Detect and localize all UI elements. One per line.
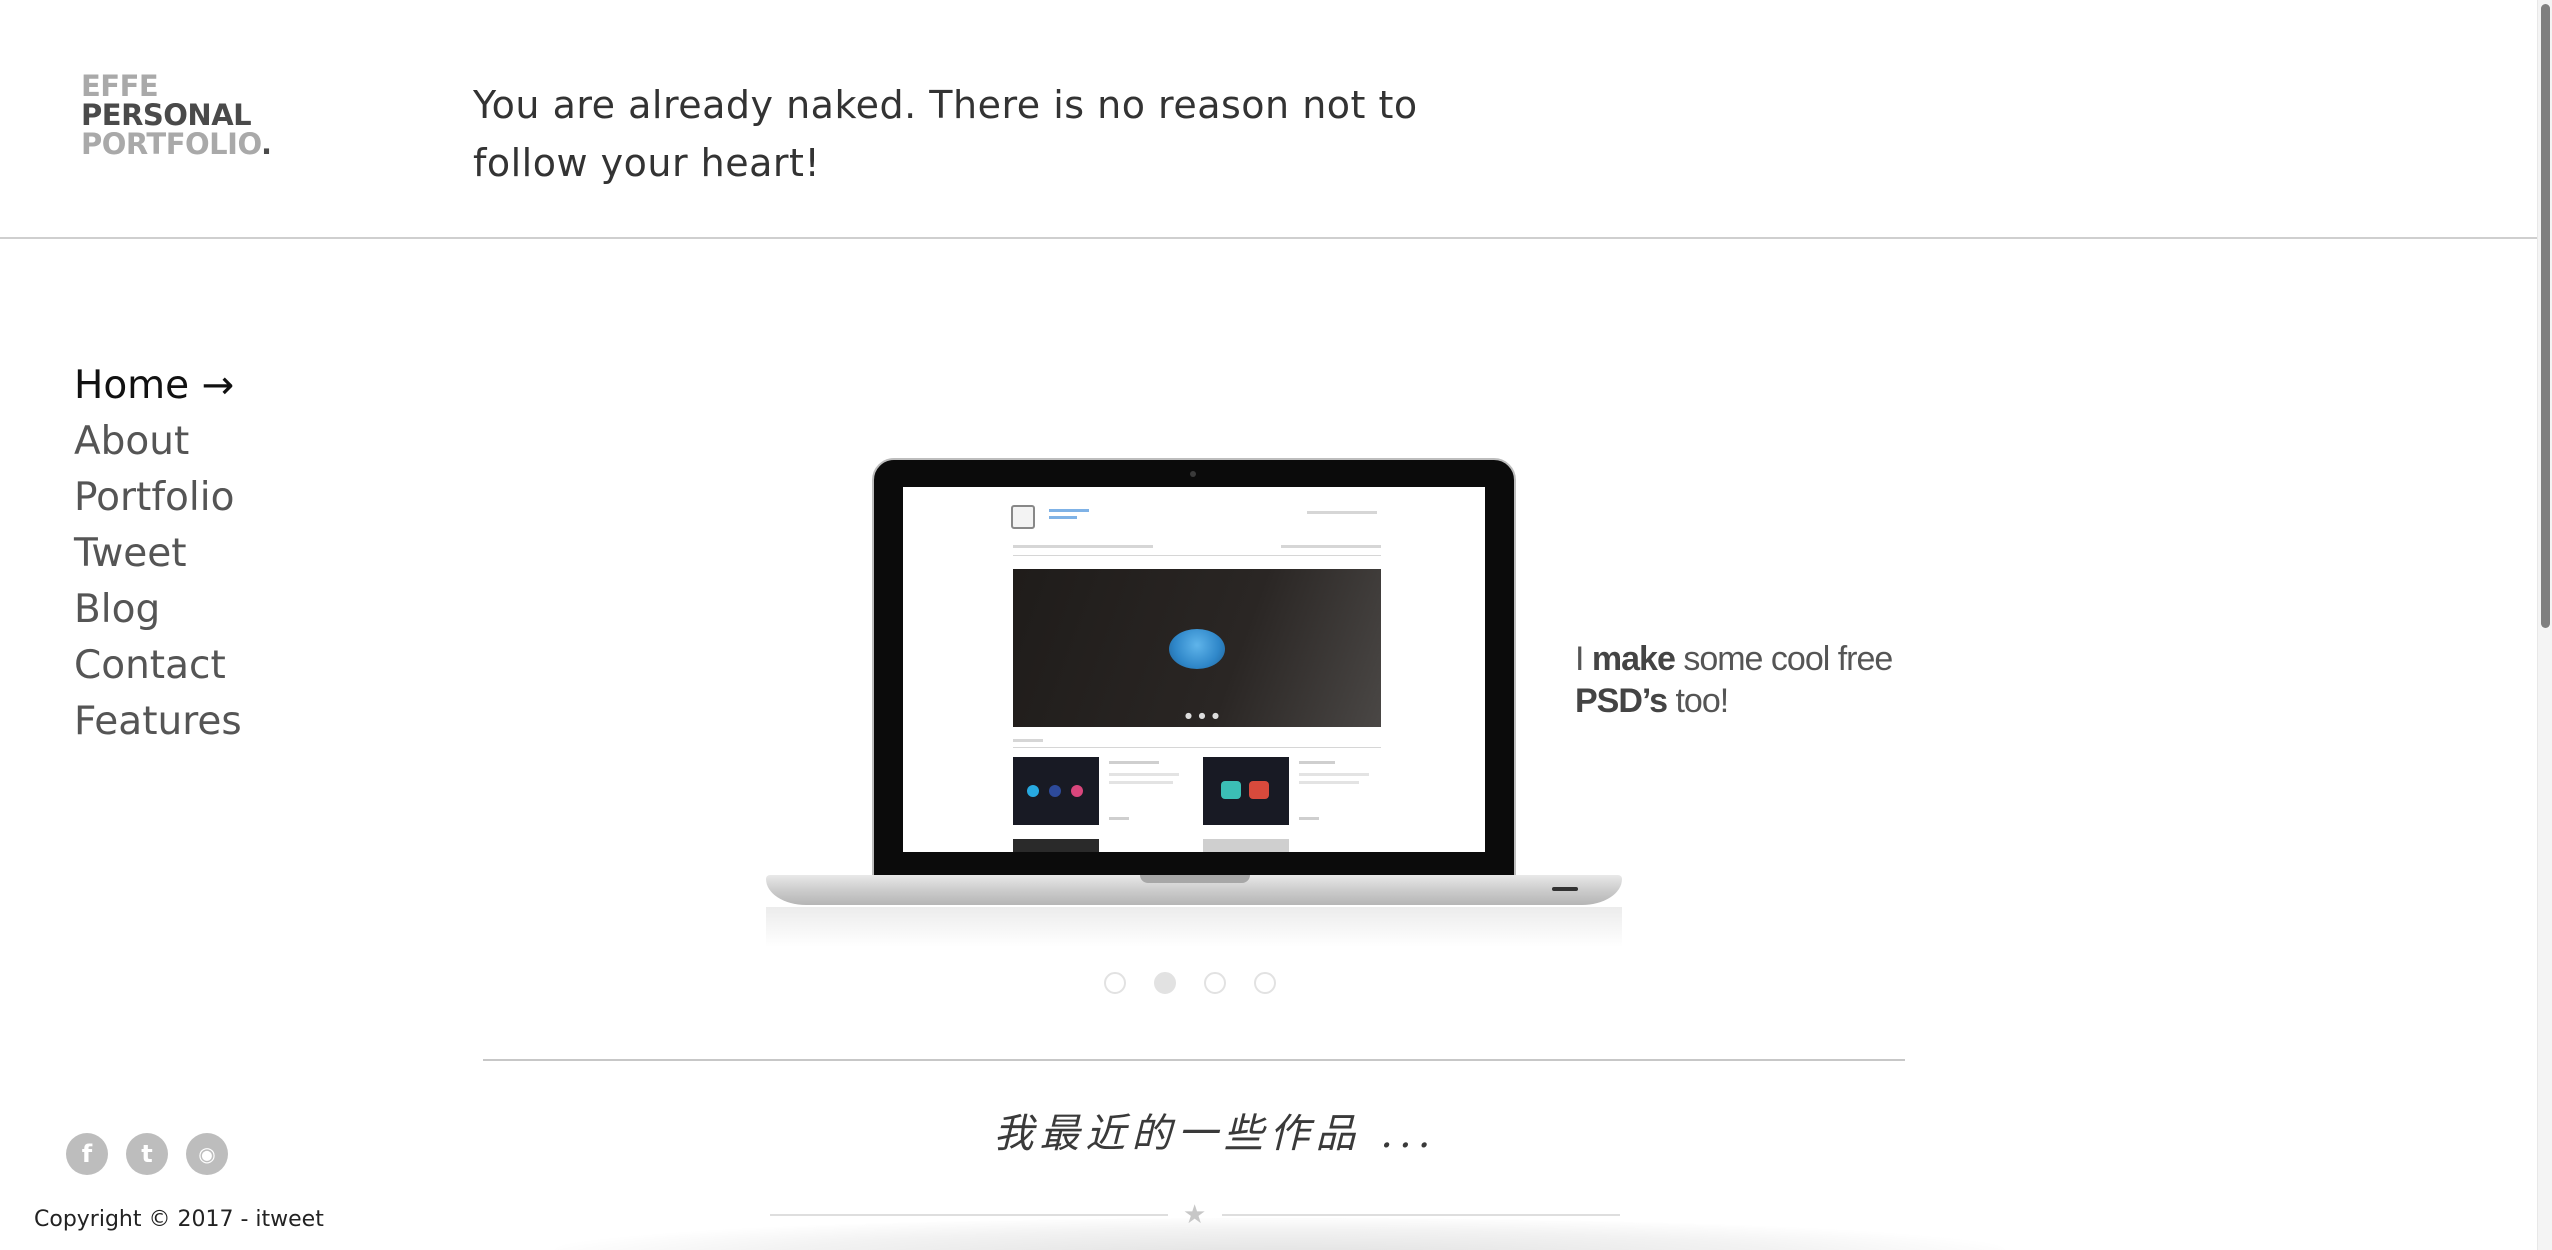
mockup-line: [1109, 781, 1173, 784]
featured-slider[interactable]: ● ● ● I make some cool free PSD’s too!: [760, 455, 1900, 955]
mockup-line: [1299, 761, 1335, 764]
mockup-thumb: [1203, 757, 1289, 825]
nav-item-tweet[interactable]: Tweet: [74, 526, 242, 582]
divider-line-right: [1222, 1214, 1620, 1216]
caption-bold: PSD’s: [1575, 682, 1668, 720]
nav-item-blog[interactable]: Blog: [74, 582, 242, 638]
mockup-thumb: [1013, 839, 1099, 852]
mockup-line: [1109, 817, 1129, 820]
laptop-illustration: ● ● ●: [872, 458, 1516, 878]
mockup-line: [1299, 817, 1319, 820]
header-divider: [0, 237, 2552, 239]
nav-item-home[interactable]: Home →: [74, 358, 242, 414]
caption-text: some cool free: [1674, 640, 1893, 678]
rss-icon[interactable]: ◉: [186, 1133, 228, 1175]
mockup-line: [1299, 773, 1369, 776]
laptop-camera: [1190, 471, 1196, 477]
slider-dot-3[interactable]: [1204, 972, 1226, 994]
laptop-base: [766, 875, 1622, 905]
mockup-thumb: [1013, 757, 1099, 825]
logo-line-effe: EFFE: [81, 69, 159, 103]
caption-text: too!: [1667, 682, 1729, 720]
copyright-text: Copyright © 2017 - itweet: [34, 1207, 324, 1232]
mockup-badge: [1249, 781, 1269, 799]
mockup-circle: [1027, 785, 1039, 797]
laptop-reflection: [766, 907, 1622, 947]
slider-dot-2[interactable]: [1154, 972, 1176, 994]
main-nav: Home → About Portfolio Tweet Blog Contac…: [74, 358, 242, 750]
mockup-badge-icon: [1169, 629, 1225, 669]
mockup-badge: [1221, 781, 1241, 799]
content-divider: [483, 1059, 1905, 1061]
slider-dot-4[interactable]: [1254, 972, 1276, 994]
mockup-logo-icon: [1011, 505, 1035, 529]
divider-line-left: [770, 1214, 1168, 1216]
logo-line-personal: PERSONAL: [81, 98, 252, 132]
nav-item-contact[interactable]: Contact: [74, 638, 242, 694]
laptop-screen-mockup: ● ● ●: [903, 487, 1485, 852]
mockup-line: [1281, 545, 1381, 548]
mockup-hero: ● ● ●: [1013, 569, 1381, 727]
nav-item-about[interactable]: About: [74, 414, 242, 470]
mockup-thumb: [1203, 839, 1289, 852]
mockup-line: [1049, 516, 1077, 519]
mockup-line: [1013, 739, 1043, 742]
star-icon: ★: [1183, 1200, 1207, 1230]
nav-item-portfolio[interactable]: Portfolio: [74, 470, 242, 526]
mockup-line: [1307, 511, 1377, 514]
site-logo[interactable]: EFFE PERSONAL PORTFOLIO.: [81, 72, 272, 159]
nav-item-features[interactable]: Features: [74, 694, 242, 750]
mockup-hero-dots: ● ● ●: [1185, 711, 1222, 720]
mockup-line: [1299, 781, 1359, 784]
caption-bold: make: [1591, 640, 1676, 678]
header-tagline: You are already naked. There is no reaso…: [473, 83, 1418, 185]
laptop-notch: [1140, 875, 1250, 883]
facebook-icon[interactable]: f: [66, 1133, 108, 1175]
slide-caption: I make some cool free PSD’s too!: [1575, 638, 1895, 722]
mockup-line: [1013, 545, 1153, 548]
star-divider: ★: [770, 1200, 1620, 1230]
caption-text: I: [1575, 640, 1592, 678]
page: EFFE PERSONAL PORTFOLIO. You are already…: [0, 0, 2552, 1250]
mockup-circle: [1049, 785, 1061, 797]
mockup-line: [1109, 761, 1159, 764]
twitter-icon[interactable]: t: [126, 1133, 168, 1175]
slider-dot-1[interactable]: [1104, 972, 1126, 994]
scrollbar-thumb[interactable]: [2541, 4, 2550, 628]
mockup-line: [1013, 555, 1381, 556]
mockup-line: [1109, 773, 1179, 776]
mockup-circle: [1071, 785, 1083, 797]
mockup-line: [1049, 509, 1089, 512]
works-heading: 我最近的一些作品 ...: [993, 1111, 1437, 1157]
page-scrollbar[interactable]: [2537, 0, 2552, 1250]
logo-dot: .: [260, 127, 272, 161]
mockup-line: [1013, 747, 1381, 748]
laptop-indicator: [1552, 887, 1578, 891]
logo-line-portfolio: PORTFOLIO.: [81, 127, 272, 161]
